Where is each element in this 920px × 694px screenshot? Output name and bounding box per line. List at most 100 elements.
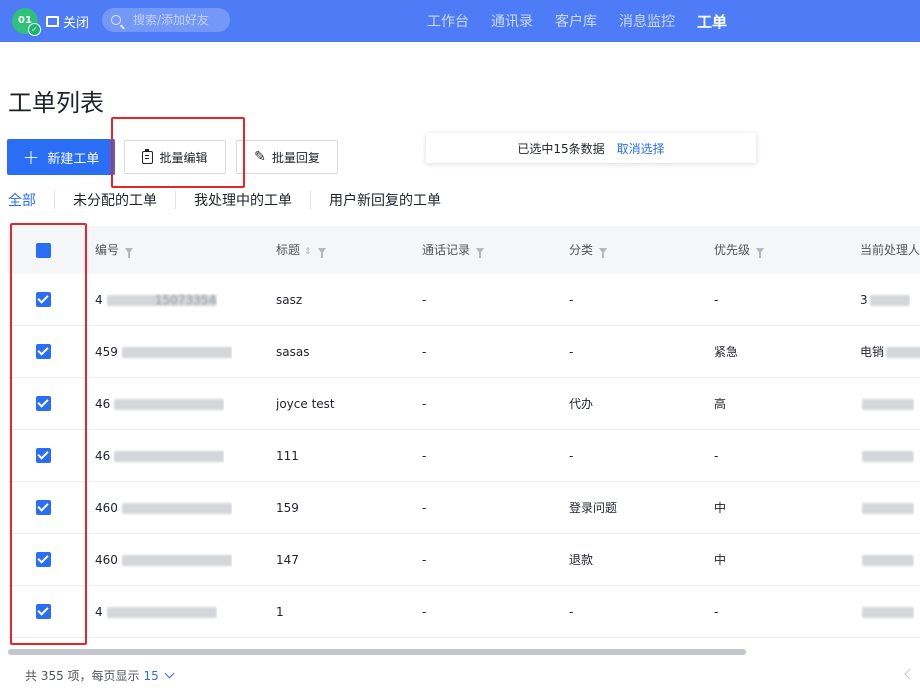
- redacted-text: [862, 607, 914, 618]
- highlight-box-batch-edit: [111, 117, 245, 188]
- cell-id: 4: [95, 586, 217, 638]
- cell-call-log: -: [422, 345, 427, 359]
- redacted-text: [121, 503, 232, 514]
- close-button[interactable]: 关闭: [46, 11, 89, 31]
- nav-customers[interactable]: 客户库: [555, 11, 597, 31]
- cell-title: 111: [276, 449, 299, 463]
- cell-category: -: [569, 605, 574, 619]
- cancel-selection-link[interactable]: 取消选择: [617, 140, 665, 157]
- nav-workbench[interactable]: 工作台: [427, 11, 469, 31]
- selection-bar: 已选中15条数据 取消选择: [426, 133, 756, 163]
- cell-handler: [860, 378, 914, 430]
- new-ticket-label: 新建工单: [47, 151, 100, 167]
- cell-priority: 中: [714, 501, 727, 515]
- cell-call-log: -: [422, 501, 427, 515]
- table-header: 编号 标题 ⇕ 通话记录 分类 优先级 当前处理人: [8, 226, 920, 274]
- redacted-text: [121, 347, 232, 358]
- column-header-id[interactable]: 编号: [95, 226, 134, 274]
- redacted-text: [862, 503, 914, 514]
- nav-tickets[interactable]: 工单: [697, 11, 727, 32]
- cell-priority: 高: [714, 397, 727, 411]
- table-row[interactable]: 415073354335 sasz - - - 3: [8, 274, 920, 326]
- cell-call-log: -: [422, 449, 427, 463]
- cell-handler: [860, 482, 914, 534]
- batch-reply-button[interactable]: ✎ 批量回复: [236, 140, 338, 174]
- column-header-category[interactable]: 分类: [569, 226, 608, 274]
- redacted-text: [121, 555, 232, 566]
- redacted-text: [114, 451, 225, 462]
- total-count: 共 355 项，每页显示: [25, 669, 140, 683]
- cell-call-log: -: [422, 553, 427, 567]
- filter-icon[interactable]: [599, 247, 608, 258]
- chevron-left-icon[interactable]: [904, 668, 916, 680]
- search-input[interactable]: [131, 12, 230, 28]
- new-ticket-button[interactable]: + 新建工单: [7, 139, 115, 175]
- page-title: 工单列表: [8, 89, 104, 117]
- redacted-text: [862, 451, 914, 462]
- nav-message-monitor[interactable]: 消息监控: [619, 11, 675, 31]
- cell-handler: 3: [860, 274, 910, 326]
- batch-reply-label: 批量回复: [271, 150, 320, 165]
- redacted-text: [869, 295, 910, 306]
- table-row[interactable]: 46 joyce test - 代办 高: [8, 378, 920, 430]
- table-row[interactable]: 459 sasas - - 紧急 电销: [8, 326, 920, 378]
- tab-my-processing[interactable]: 我处理中的工单: [194, 190, 292, 210]
- cell-id: 415073354335: [95, 293, 217, 307]
- cell-title: 147: [276, 553, 299, 567]
- chevron-down-icon[interactable]: [164, 668, 175, 679]
- redacted-text: [114, 399, 225, 410]
- table-row[interactable]: 4 1 - - -: [8, 586, 920, 638]
- search-icon: [111, 15, 121, 25]
- cell-priority: -: [714, 449, 719, 463]
- table-row[interactable]: 46 111 - - -: [8, 430, 920, 482]
- cell-category: -: [569, 449, 574, 463]
- filter-icon[interactable]: [317, 247, 326, 258]
- cell-handler: [860, 534, 914, 586]
- search-box[interactable]: [102, 8, 230, 32]
- sort-icon[interactable]: ⇕: [304, 247, 312, 257]
- cell-handler: [860, 430, 914, 482]
- selection-count: 已选中15条数据: [517, 141, 605, 156]
- table-row[interactable]: 460 159 - 登录问题 中: [8, 482, 920, 534]
- nav-contacts[interactable]: 通讯录: [491, 11, 533, 31]
- cell-call-log: -: [422, 397, 427, 411]
- cell-category: 登录问题: [569, 501, 618, 515]
- tab-divider: [175, 191, 176, 209]
- tab-unassigned[interactable]: 未分配的工单: [73, 190, 157, 210]
- cell-title: joyce test: [276, 397, 335, 411]
- close-label: 关闭: [63, 15, 90, 31]
- tab-all[interactable]: 全部: [8, 190, 36, 210]
- cell-category: -: [569, 345, 574, 359]
- cell-priority: -: [714, 605, 719, 619]
- main-nav: 工作台 通讯录 客户库 消息监控 工单: [427, 0, 727, 42]
- cell-category: 代办: [569, 397, 594, 411]
- redacted-text: [862, 555, 914, 566]
- table-row[interactable]: 460 147 - 退款 中: [8, 534, 920, 586]
- filter-icon[interactable]: [125, 247, 134, 258]
- cell-title: sasz: [276, 293, 303, 307]
- cell-title: sasas: [276, 345, 310, 359]
- cell-id: 460: [95, 534, 232, 586]
- highlight-box-checkboxes: [10, 223, 87, 645]
- cell-id: 46: [95, 378, 225, 430]
- column-header-title[interactable]: 标题 ⇕: [276, 226, 326, 274]
- page-size-select[interactable]: 15: [144, 669, 159, 683]
- tab-user-replied[interactable]: 用户新回复的工单: [329, 190, 441, 210]
- tab-divider: [54, 191, 55, 209]
- cell-handler: [860, 586, 914, 638]
- column-header-handler[interactable]: 当前处理人: [860, 226, 920, 274]
- cell-call-log: -: [422, 293, 427, 307]
- column-header-priority[interactable]: 优先级: [714, 226, 765, 274]
- cell-id: 46: [95, 430, 225, 482]
- redacted-text: [106, 607, 217, 618]
- filter-icon[interactable]: [476, 247, 485, 258]
- cell-title: 159: [276, 501, 299, 515]
- cell-id: 459: [95, 326, 232, 378]
- redacted-text: [862, 399, 914, 410]
- column-header-call-log[interactable]: 通话记录: [422, 226, 485, 274]
- filter-icon[interactable]: [756, 247, 765, 258]
- cell-call-log: -: [422, 605, 427, 619]
- cell-category: -: [569, 293, 574, 307]
- horizontal-scrollbar[interactable]: [8, 649, 746, 655]
- cell-id: 460: [95, 482, 232, 534]
